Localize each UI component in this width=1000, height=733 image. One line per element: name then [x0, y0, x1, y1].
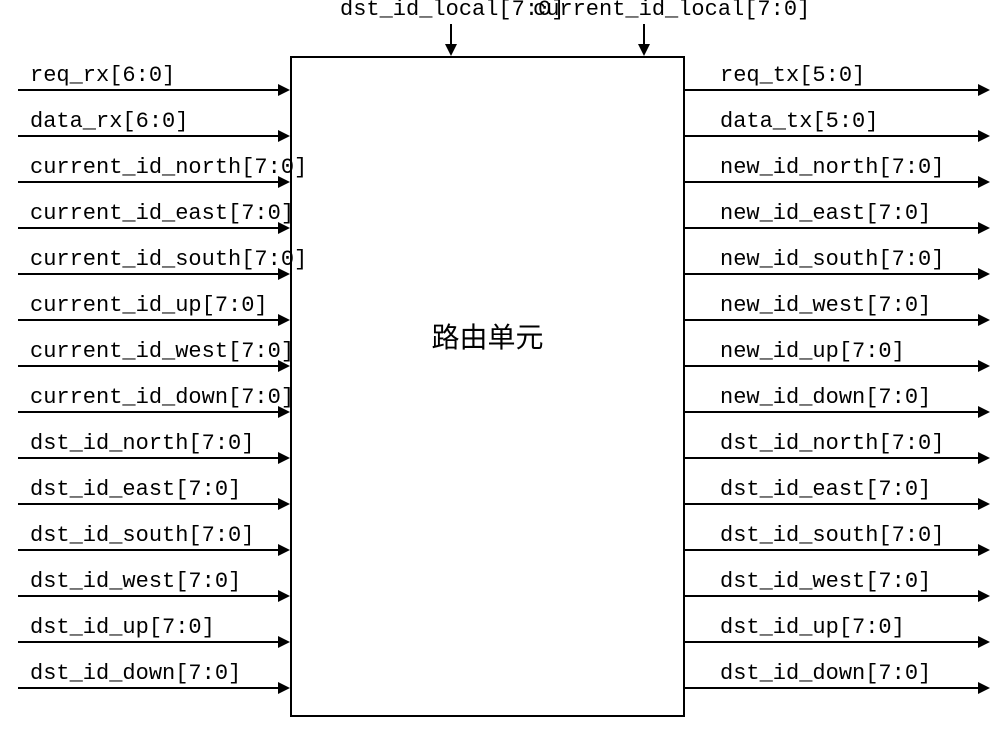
arrow-line [685, 595, 980, 597]
left-input-label: current_id_east[7:0] [30, 201, 294, 226]
left-input-label: current_id_north[7:0] [30, 155, 307, 180]
arrow-line [685, 365, 980, 367]
left-input-label: dst_id_north[7:0] [30, 431, 254, 456]
arrow-head-right-icon [978, 498, 990, 510]
arrow-head-right-icon [278, 406, 290, 418]
arrow-line [18, 687, 280, 689]
arrow-head-right-icon [278, 222, 290, 234]
right-output-label: new_id_east[7:0] [720, 201, 931, 226]
arrow-line [685, 549, 980, 551]
arrow-head-down-icon [638, 44, 650, 56]
box-label: 路由单元 [292, 316, 683, 356]
arrow-head-right-icon [278, 268, 290, 280]
arrow-line [18, 595, 280, 597]
left-input-label: dst_id_down[7:0] [30, 661, 241, 686]
arrow-head-right-icon [978, 222, 990, 234]
top-input-label: dst_id_local[7:0] [340, 0, 564, 22]
left-input-label: dst_id_up[7:0] [30, 615, 215, 640]
arrow-line [685, 687, 980, 689]
left-input-label: current_id_south[7:0] [30, 247, 307, 272]
right-output-label: data_tx[5:0] [720, 109, 878, 134]
arrow-line [685, 227, 980, 229]
arrow-head-right-icon [978, 636, 990, 648]
left-input-label: dst_id_east[7:0] [30, 477, 241, 502]
right-output-label: new_id_north[7:0] [720, 155, 944, 180]
arrow-head-right-icon [278, 84, 290, 96]
right-output-label: dst_id_up[7:0] [720, 615, 905, 640]
arrow-line [18, 641, 280, 643]
arrow-line [685, 457, 980, 459]
arrow-head-right-icon [978, 544, 990, 556]
right-output-label: req_tx[5:0] [720, 63, 865, 88]
arrow-line [18, 319, 280, 321]
arrow-head-right-icon [978, 590, 990, 602]
arrow-line-vertical [450, 24, 452, 46]
arrow-head-right-icon [978, 406, 990, 418]
arrow-head-right-icon [278, 360, 290, 372]
arrow-line [18, 411, 280, 413]
arrow-line [685, 319, 980, 321]
arrow-line [685, 503, 980, 505]
arrow-line [18, 227, 280, 229]
arrow-line [18, 549, 280, 551]
right-output-label: new_id_up[7:0] [720, 339, 905, 364]
arrow-head-right-icon [978, 84, 990, 96]
arrow-head-right-icon [278, 452, 290, 464]
arrow-line [685, 411, 980, 413]
arrow-head-right-icon [978, 130, 990, 142]
arrow-line-vertical [643, 24, 645, 46]
arrow-line [18, 89, 280, 91]
arrow-head-right-icon [978, 314, 990, 326]
arrow-head-right-icon [278, 130, 290, 142]
arrow-line [685, 135, 980, 137]
arrow-line [18, 135, 280, 137]
arrow-line [18, 457, 280, 459]
arrow-line [18, 181, 280, 183]
arrow-head-right-icon [278, 544, 290, 556]
arrow-head-right-icon [978, 360, 990, 372]
arrow-head-right-icon [978, 452, 990, 464]
left-input-label: current_id_down[7:0] [30, 385, 294, 410]
arrow-line [685, 89, 980, 91]
right-output-label: dst_id_down[7:0] [720, 661, 931, 686]
left-input-label: dst_id_west[7:0] [30, 569, 241, 594]
arrow-head-right-icon [978, 682, 990, 694]
top-input-label: current_id_local[7:0] [533, 0, 810, 22]
arrow-head-right-icon [278, 682, 290, 694]
left-input-label: data_rx[6:0] [30, 109, 188, 134]
arrow-line [685, 181, 980, 183]
arrow-head-right-icon [278, 590, 290, 602]
left-input-label: current_id_west[7:0] [30, 339, 294, 364]
arrow-head-right-icon [278, 314, 290, 326]
arrow-line [685, 273, 980, 275]
arrow-head-right-icon [278, 636, 290, 648]
arrow-head-right-icon [978, 268, 990, 280]
right-output-label: new_id_west[7:0] [720, 293, 931, 318]
arrow-line [18, 273, 280, 275]
right-output-label: dst_id_west[7:0] [720, 569, 931, 594]
arrow-head-right-icon [978, 176, 990, 188]
router-unit-box: 路由单元 [290, 56, 685, 717]
arrow-head-right-icon [278, 176, 290, 188]
left-input-label: dst_id_south[7:0] [30, 523, 254, 548]
right-output-label: dst_id_north[7:0] [720, 431, 944, 456]
right-output-label: new_id_down[7:0] [720, 385, 931, 410]
arrow-line [18, 365, 280, 367]
left-input-label: req_rx[6:0] [30, 63, 175, 88]
arrow-line [685, 641, 980, 643]
arrow-head-down-icon [445, 44, 457, 56]
right-output-label: new_id_south[7:0] [720, 247, 944, 272]
right-output-label: dst_id_east[7:0] [720, 477, 931, 502]
arrow-head-right-icon [278, 498, 290, 510]
diagram-canvas: 路由单元 req_rx[6:0] data_rx[6:0] current_id_n… [0, 0, 1000, 733]
right-output-label: dst_id_south[7:0] [720, 523, 944, 548]
arrow-line [18, 503, 280, 505]
left-input-label: current_id_up[7:0] [30, 293, 268, 318]
